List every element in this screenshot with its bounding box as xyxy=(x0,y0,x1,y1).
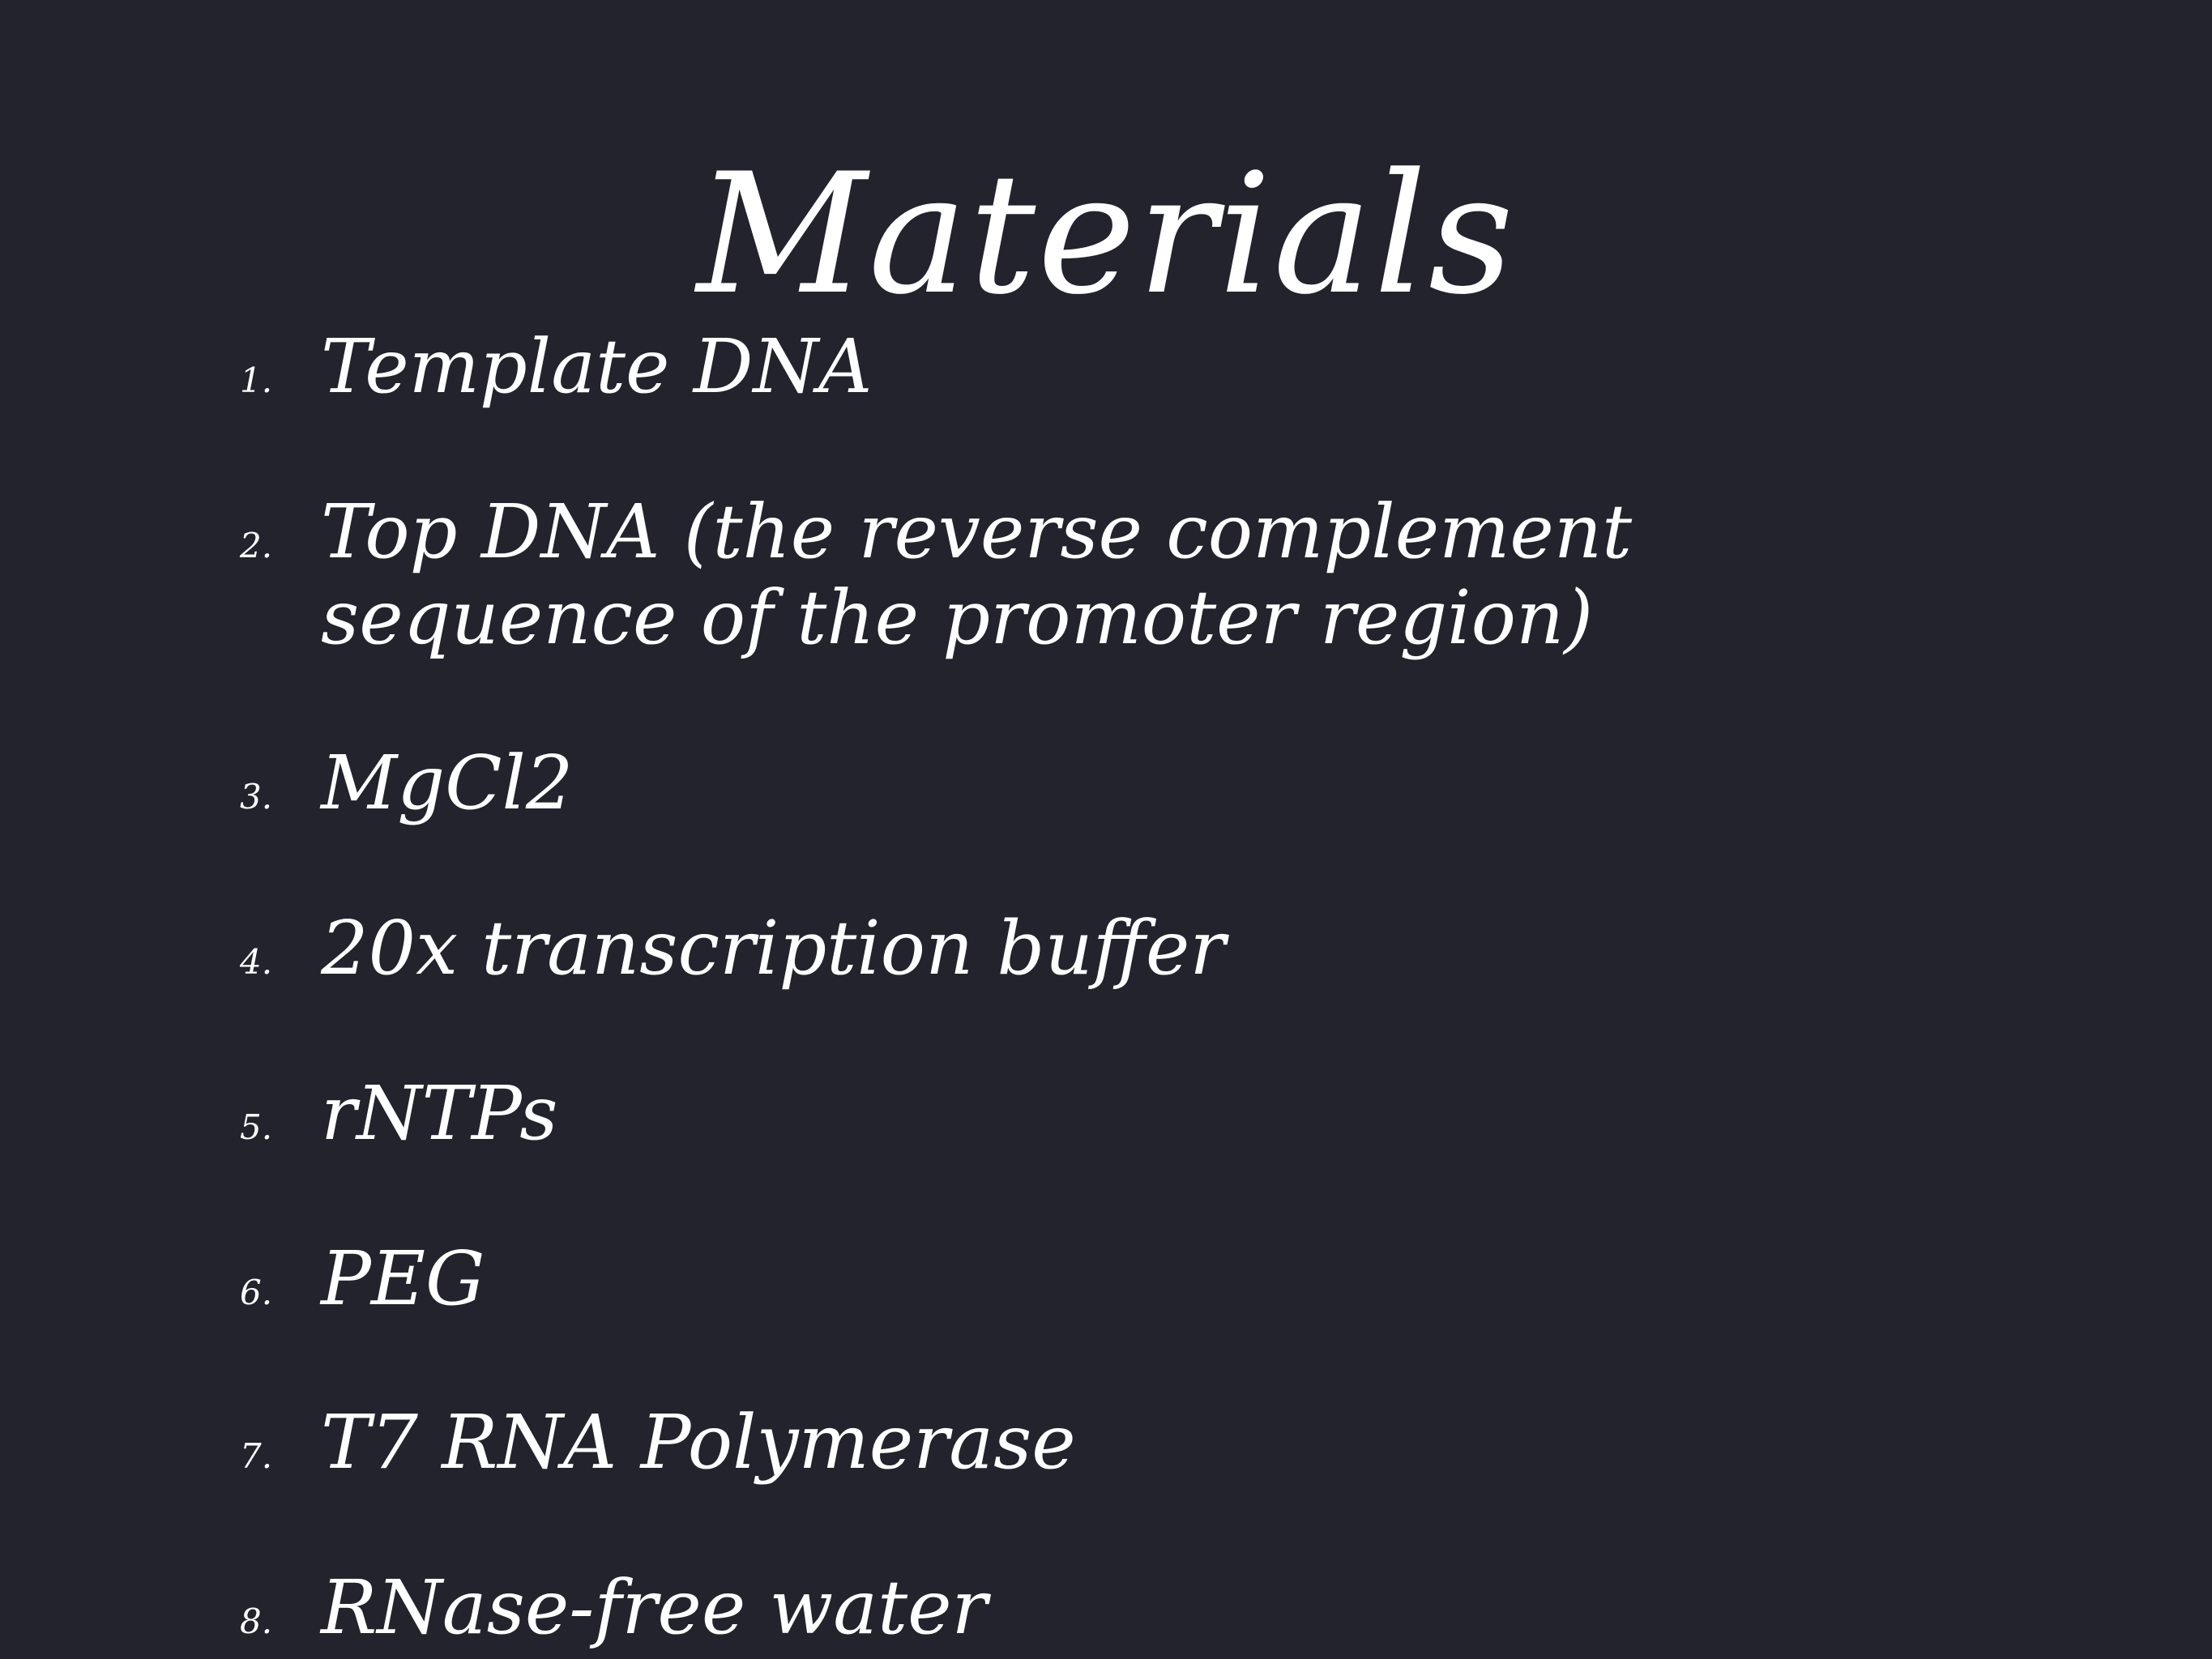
list-item-text: 20x transcription buffer xyxy=(321,905,1226,992)
list-item-number: 7. xyxy=(240,1436,273,1476)
slide: Materials 1. Template DNA 2. Top DNA (th… xyxy=(0,0,2212,1659)
list-item-text: rNTPs xyxy=(321,1070,558,1157)
list-item-number: 8. xyxy=(240,1601,273,1641)
slide-title: Materials xyxy=(696,139,1516,331)
list-item-number: 5. xyxy=(240,1107,273,1147)
list-item-text: Template DNA xyxy=(321,323,873,410)
list-item-text: Top DNA (the reverse complement xyxy=(321,488,1633,575)
list-item-number: 1. xyxy=(240,360,273,400)
list-item-text: PEG xyxy=(321,1235,485,1322)
list-item-number: 3. xyxy=(240,777,273,817)
list-item-text: T7 RNA Polymerase xyxy=(321,1399,1076,1486)
list-item-text: RNase-free water xyxy=(321,1564,988,1651)
list-item-number: 6. xyxy=(240,1273,273,1312)
list-item-number: 4. xyxy=(240,942,273,982)
list-item-number: 2. xyxy=(240,526,273,565)
list-item-text-continued: sequence of the promoter region) xyxy=(321,574,1594,661)
list-item-text: MgCl2 xyxy=(321,740,574,826)
